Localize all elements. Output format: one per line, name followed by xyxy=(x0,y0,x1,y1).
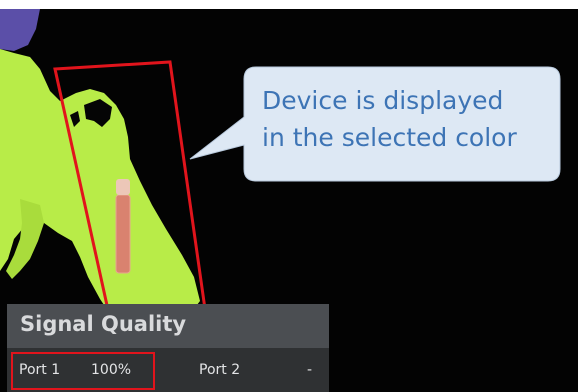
callout-text: Device is displayed in the selected colo… xyxy=(262,82,552,156)
callout-line-2: in the selected color xyxy=(262,123,517,152)
signal-quality-panel: Signal Quality Port 1 100% Port 2 - xyxy=(7,304,329,392)
callout-line-1: Device is displayed xyxy=(262,86,504,115)
blue-structure xyxy=(0,9,40,51)
port-2-value: - xyxy=(307,362,313,378)
port-2-label: Port 2 xyxy=(199,362,241,378)
panel-title: Signal Quality xyxy=(20,312,187,336)
device[interactable] xyxy=(115,194,131,274)
panel-header: Signal Quality xyxy=(7,304,329,348)
port-1-highlight-box xyxy=(11,352,155,390)
device-cap xyxy=(116,179,130,195)
